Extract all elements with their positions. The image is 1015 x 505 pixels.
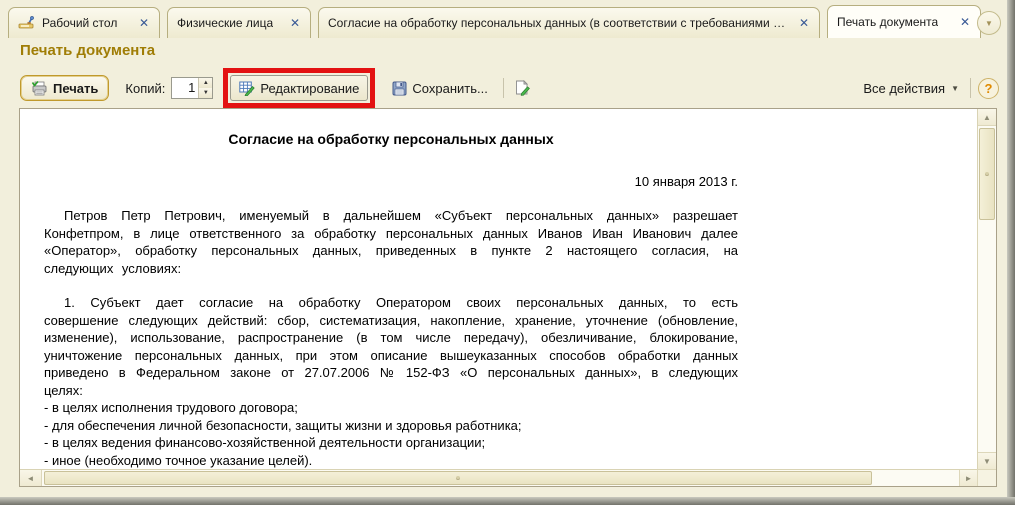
print-button-label: Печать <box>53 81 98 96</box>
caret-down-icon: ▼ <box>951 84 959 93</box>
desktop-icon <box>18 16 36 30</box>
tab-individuals[interactable]: Физические лица ✕ <box>167 7 311 38</box>
scroll-down-button[interactable]: ▼ <box>978 452 996 469</box>
window-bottom-edge <box>0 497 1015 505</box>
tab-consent-152fz[interactable]: Согласие на обработку персональных данны… <box>318 7 820 38</box>
tab-label: Рабочий стол <box>42 16 117 30</box>
edit-button[interactable]: Редактирование <box>230 75 368 101</box>
doc-bullet: - в целях ведения финансово-хозяйственно… <box>44 434 738 452</box>
vertical-scrollbar[interactable]: ▲ ▼ <box>977 109 996 469</box>
tab-label: Согласие на обработку персональных данны… <box>328 16 787 30</box>
close-icon[interactable]: ✕ <box>290 16 300 30</box>
all-actions-button[interactable]: Все действия ▼ <box>859 81 963 96</box>
highlight-box: Редактирование <box>223 68 375 108</box>
spinner-down-button[interactable]: ▼ <box>199 88 212 98</box>
toolbar-separator <box>970 78 971 98</box>
spinner-up-button[interactable]: ▲ <box>199 78 212 88</box>
close-icon[interactable]: ✕ <box>799 16 809 30</box>
page-edit-icon <box>514 80 530 96</box>
tabs-overflow-button[interactable]: ▼ <box>977 11 1001 35</box>
doc-paragraph: 1. Субъект дает согласие на обработку Оп… <box>44 294 738 399</box>
doc-bullet: - для обеспечения личной безопасности, з… <box>44 417 738 435</box>
vertical-scroll-thumb[interactable] <box>979 128 995 220</box>
horizontal-scroll-thumb[interactable] <box>44 471 872 485</box>
edit-table-icon <box>239 81 255 96</box>
horizontal-scrollbar[interactable]: ◄ ► <box>20 469 977 486</box>
tab-label: Физические лица <box>177 16 273 30</box>
close-icon[interactable]: ✕ <box>960 15 970 29</box>
tab-label: Печать документа <box>837 15 938 29</box>
copies-label: Копий: <box>125 81 165 96</box>
doc-title: Согласие на обработку персональных данны… <box>44 131 738 149</box>
doc-bullet: - в целях исполнения трудового договора; <box>44 399 738 417</box>
question-icon: ? <box>985 81 993 96</box>
doc-bullet: - иное (необходимо точное указание целей… <box>44 452 738 470</box>
page-title: Печать документа <box>20 42 155 59</box>
scroll-up-button[interactable]: ▲ <box>978 109 996 126</box>
tab-bar: Рабочий стол ✕ Физические лица ✕ Согласи… <box>0 0 1007 38</box>
save-button-label: Сохранить... <box>412 81 487 96</box>
chevron-down-icon: ▼ <box>985 19 993 28</box>
save-button[interactable]: Сохранить... <box>384 75 495 101</box>
doc-paragraph: Петров Петр Петрович, именуемый в дальне… <box>44 207 738 277</box>
document-page: Согласие на обработку персональных данны… <box>44 123 738 480</box>
tab-desktop[interactable]: Рабочий стол ✕ <box>8 7 160 38</box>
tab-print-document[interactable]: Печать документа ✕ <box>827 5 981 38</box>
printer-icon <box>31 81 48 96</box>
edit-button-label: Редактирование <box>260 81 359 96</box>
doc-date: 10 января 2013 г. <box>44 173 738 191</box>
scroll-right-button[interactable]: ► <box>959 470 977 486</box>
page-setup-button[interactable] <box>511 75 533 101</box>
close-icon[interactable]: ✕ <box>139 16 149 30</box>
copies-input[interactable]: 1 ▲ ▼ <box>171 77 213 99</box>
toolbar-separator <box>503 78 504 98</box>
document-preview: Согласие на обработку персональных данны… <box>19 108 997 487</box>
print-button[interactable]: Печать <box>20 75 109 101</box>
floppy-icon <box>392 81 407 96</box>
help-button[interactable]: ? <box>978 78 999 99</box>
window-right-edge <box>1007 0 1015 505</box>
scrollbar-corner <box>977 469 996 486</box>
all-actions-label: Все действия <box>863 81 945 96</box>
copies-value[interactable]: 1 <box>172 78 198 98</box>
doc-bullet-list: - в целях исполнения трудового договора;… <box>44 399 738 469</box>
toolbar: Печать Копий: 1 ▲ ▼ Редактирование <box>20 70 999 106</box>
scroll-left-button[interactable]: ◄ <box>20 470 42 486</box>
